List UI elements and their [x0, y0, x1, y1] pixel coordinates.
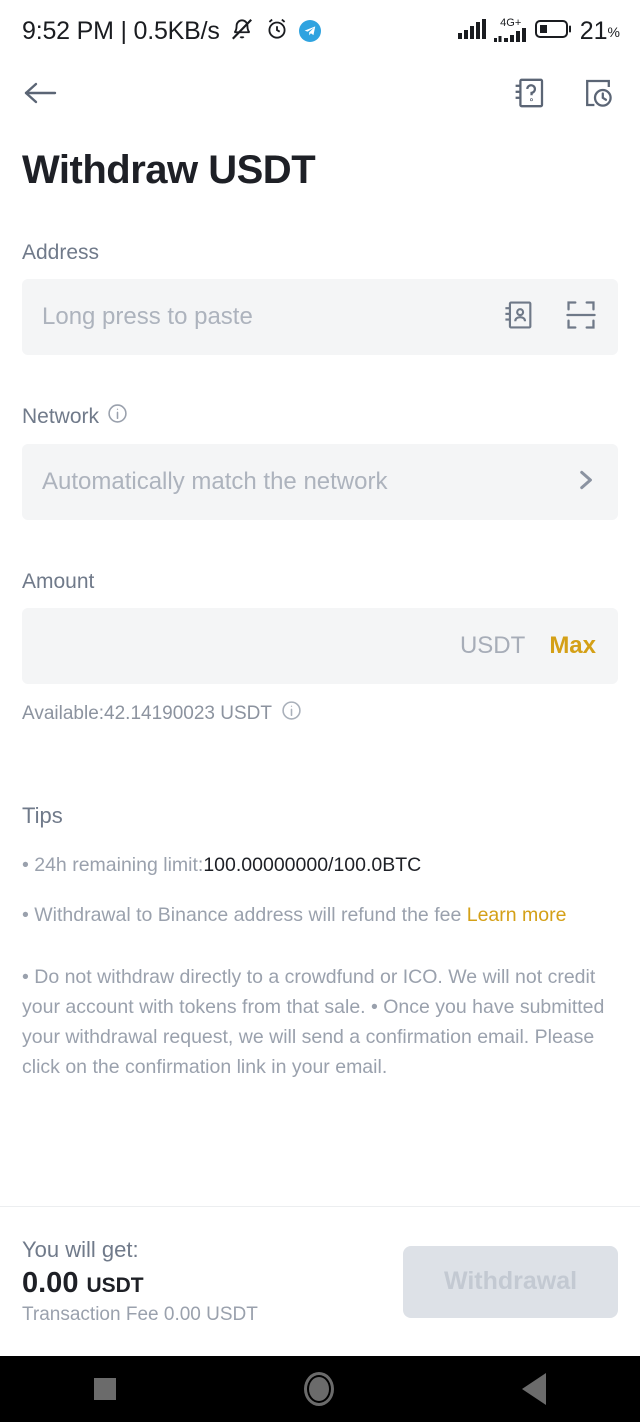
address-label: Address [22, 241, 618, 265]
network-select-row[interactable]: Automatically match the network [22, 444, 618, 520]
transaction-fee-row: Transaction Fee 0.00 USDT [22, 1304, 258, 1326]
phone-screen: 9:52 PM | 0.5KB/s 4G+ 21% Withdraw USDT … [0, 0, 640, 1422]
home-circle-icon[interactable] [304, 1372, 334, 1406]
address-input[interactable]: Long press to paste [42, 303, 488, 331]
android-nav-bar [0, 1356, 640, 1422]
summary-block: You will get: 0.00 USDT Transaction Fee … [22, 1237, 258, 1326]
tip-limit: • 24h remaining limit:100.00000000/100.0… [22, 851, 618, 879]
telegram-icon [298, 20, 321, 42]
amount-label: Amount [22, 570, 618, 594]
you-will-get-amount-row: 0.00 USDT [22, 1267, 258, 1300]
signal-bars-icon-1 [457, 17, 487, 46]
info-icon[interactable] [281, 700, 302, 727]
withdraw-history-icon[interactable] [580, 75, 616, 116]
bottom-action-bar: You will get: 0.00 USDT Transaction Fee … [0, 1206, 640, 1356]
mute-bell-icon [229, 16, 255, 47]
address-book-icon[interactable] [502, 298, 536, 337]
tips-title: Tips [22, 803, 63, 828]
you-will-get-amount: 0.00 [22, 1267, 79, 1299]
address-actions [502, 298, 598, 337]
status-bar-right: 4G+ 21% [457, 17, 620, 46]
network-label-text: Network [22, 404, 100, 428]
back-triangle-icon[interactable] [522, 1373, 546, 1405]
network-select-value[interactable]: Automatically match the network [42, 468, 558, 496]
amount-unit: USDT [459, 632, 526, 659]
tip-limit-prefix: • 24h remaining limit: [22, 854, 204, 876]
max-button[interactable]: Max [549, 632, 596, 660]
you-will-get-unit: USDT [86, 1274, 144, 1297]
status-bar: 9:52 PM | 0.5KB/s 4G+ 21% [0, 0, 640, 62]
status-clock: 9:52 PM | 0.5KB/s [22, 16, 220, 45]
transaction-fee-label: Transaction Fee [22, 1304, 159, 1325]
network-label: Network [22, 403, 618, 430]
page-title: Withdraw USDT [22, 148, 316, 192]
tip-refund: • Withdrawal to Binance address will ref… [22, 901, 618, 929]
qr-scan-icon[interactable] [564, 298, 598, 337]
battery-icon [534, 18, 573, 45]
amount-label-text: Amount [22, 570, 95, 593]
amount-input-row[interactable]: USDT Max [22, 608, 618, 684]
address-label-text: Address [22, 241, 100, 264]
recents-square-icon[interactable] [94, 1378, 116, 1400]
battery-percent: 21% [579, 16, 620, 45]
chevron-right-icon[interactable] [572, 467, 598, 498]
transaction-fee-value: 0.00 USDT [163, 1304, 258, 1325]
tip-paragraph: • Do not withdraw directly to a crowdfun… [22, 965, 605, 1079]
address-input-row[interactable]: Long press to paste [22, 279, 618, 355]
tip-refund-text: • Withdrawal to Binance address will ref… [22, 904, 467, 927]
available-balance-text: Available:42.14190023 USDT [22, 702, 272, 724]
info-icon[interactable] [107, 403, 128, 430]
learn-more-link[interactable]: Learn more [467, 904, 567, 926]
withdrawal-button[interactable]: Withdrawal [403, 1245, 618, 1318]
alarm-clock-icon [264, 16, 290, 47]
app-nav-bar [0, 62, 640, 128]
help-book-icon[interactable] [512, 75, 548, 116]
you-will-get-label: You will get: [22, 1237, 139, 1262]
status-bar-left: 9:52 PM | 0.5KB/s [22, 16, 321, 47]
page-content: Withdraw USDT Address Long press to past… [0, 148, 640, 1082]
available-balance-row: Available:42.14190023 USDT [22, 700, 618, 727]
back-arrow-icon[interactable] [22, 78, 60, 113]
signal-bars-icon-2: 4G+ [493, 18, 528, 44]
tip-limit-value: 100.00000000/100.0BTC [203, 854, 422, 876]
nav-actions [512, 75, 616, 116]
